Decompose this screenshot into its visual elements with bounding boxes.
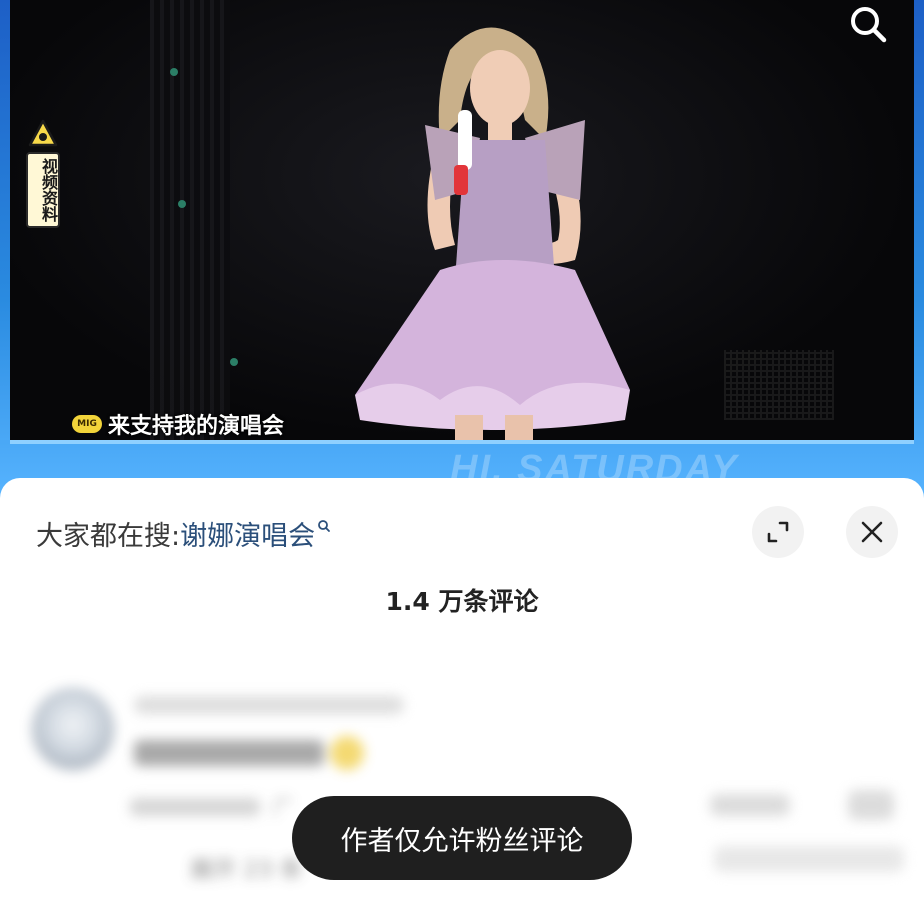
expand-icon (767, 521, 789, 543)
stage-column (150, 0, 230, 440)
trending-search[interactable]: 大家都在搜: 谢娜演唱会 (36, 514, 331, 553)
comment-count: 1.4 万条评论 (385, 587, 539, 616)
comment-timestamp (130, 798, 260, 816)
emoji-icon (330, 736, 364, 770)
reply-button[interactable] (710, 794, 790, 816)
video-subtitle: MIG 来支持我的演唱会 (72, 408, 284, 440)
video-stage: 视频资料 MIG 来支持我的演唱会 (10, 0, 914, 444)
warning-triangle-icon (28, 118, 58, 148)
search-icon (317, 519, 331, 549)
side-tag-label: 视频资料 (26, 152, 60, 228)
comment-location: 广 (272, 796, 295, 821)
subtitle-text: 来支持我的演唱会 (108, 414, 285, 439)
stage-light (170, 68, 178, 76)
search-icon (851, 7, 887, 43)
stage-light (178, 200, 186, 208)
toast-message: 作者仅允许粉丝评论 (292, 796, 632, 880)
trending-prefix: 大家都在搜: (36, 521, 181, 552)
trending-search-term[interactable]: 谢娜演唱会 (180, 514, 315, 553)
like-button[interactable] (848, 790, 894, 820)
comment-actions[interactable] (714, 846, 904, 872)
video-player[interactable]: 视频资料 MIG 来支持我的演唱会 HI, SATURDAY (0, 0, 924, 500)
comment-username[interactable] (134, 696, 404, 714)
expand-replies-link[interactable]: 展开 23 条 (190, 850, 303, 884)
stage-light (230, 358, 238, 366)
close-icon (861, 521, 883, 543)
stage-speaker-grid (724, 350, 834, 420)
video-source-tag: 视频资料 (24, 118, 62, 228)
subtitle-speaker-badge: MIG (72, 415, 102, 433)
performer-image (355, 27, 630, 440)
video-search-button[interactable] (846, 2, 890, 46)
expand-button[interactable] (752, 506, 804, 558)
comment-text (134, 740, 324, 766)
avatar[interactable] (32, 688, 114, 770)
close-button[interactable] (846, 506, 898, 558)
